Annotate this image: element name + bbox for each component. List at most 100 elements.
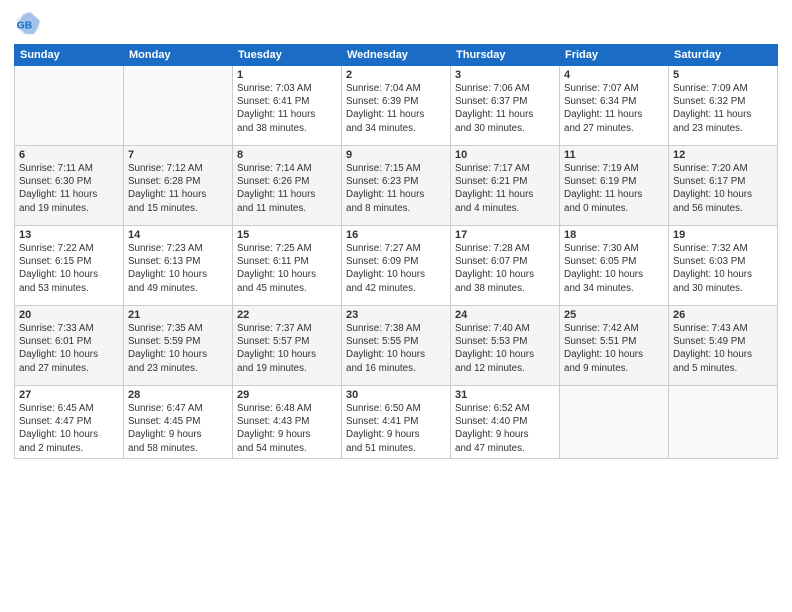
day-number: 16	[346, 229, 446, 241]
day-number: 25	[564, 309, 664, 321]
day-info: Sunrise: 6:45 AM Sunset: 4:47 PM Dayligh…	[19, 402, 119, 455]
day-number: 9	[346, 149, 446, 161]
day-number: 23	[346, 309, 446, 321]
calendar-day-cell: 10Sunrise: 7:17 AM Sunset: 6:21 PM Dayli…	[451, 146, 560, 226]
day-info: Sunrise: 7:30 AM Sunset: 6:05 PM Dayligh…	[564, 242, 664, 295]
day-info: Sunrise: 7:23 AM Sunset: 6:13 PM Dayligh…	[128, 242, 228, 295]
day-number: 15	[237, 229, 337, 241]
calendar-day-cell: 12Sunrise: 7:20 AM Sunset: 6:17 PM Dayli…	[669, 146, 778, 226]
calendar-day-cell: 13Sunrise: 7:22 AM Sunset: 6:15 PM Dayli…	[15, 226, 124, 306]
calendar-day-cell: 29Sunrise: 6:48 AM Sunset: 4:43 PM Dayli…	[233, 386, 342, 459]
day-number: 6	[19, 149, 119, 161]
day-number: 18	[564, 229, 664, 241]
calendar-day-cell: 24Sunrise: 7:40 AM Sunset: 5:53 PM Dayli…	[451, 306, 560, 386]
calendar-day-cell: 18Sunrise: 7:30 AM Sunset: 6:05 PM Dayli…	[560, 226, 669, 306]
calendar-day-cell: 9Sunrise: 7:15 AM Sunset: 6:23 PM Daylig…	[342, 146, 451, 226]
day-info: Sunrise: 7:33 AM Sunset: 6:01 PM Dayligh…	[19, 322, 119, 375]
day-info: Sunrise: 7:09 AM Sunset: 6:32 PM Dayligh…	[673, 82, 773, 135]
calendar-day-cell	[15, 66, 124, 146]
calendar-day-cell: 27Sunrise: 6:45 AM Sunset: 4:47 PM Dayli…	[15, 386, 124, 459]
calendar-day-cell: 25Sunrise: 7:42 AM Sunset: 5:51 PM Dayli…	[560, 306, 669, 386]
day-number: 22	[237, 309, 337, 321]
day-info: Sunrise: 7:35 AM Sunset: 5:59 PM Dayligh…	[128, 322, 228, 375]
day-number: 13	[19, 229, 119, 241]
day-info: Sunrise: 7:28 AM Sunset: 6:07 PM Dayligh…	[455, 242, 555, 295]
day-number: 2	[346, 69, 446, 81]
day-info: Sunrise: 7:04 AM Sunset: 6:39 PM Dayligh…	[346, 82, 446, 135]
calendar-day-cell: 14Sunrise: 7:23 AM Sunset: 6:13 PM Dayli…	[124, 226, 233, 306]
day-number: 4	[564, 69, 664, 81]
day-number: 3	[455, 69, 555, 81]
day-number: 26	[673, 309, 773, 321]
day-info: Sunrise: 7:40 AM Sunset: 5:53 PM Dayligh…	[455, 322, 555, 375]
day-info: Sunrise: 7:37 AM Sunset: 5:57 PM Dayligh…	[237, 322, 337, 375]
day-number: 31	[455, 389, 555, 401]
calendar-day-cell: 5Sunrise: 7:09 AM Sunset: 6:32 PM Daylig…	[669, 66, 778, 146]
calendar-week-row: 27Sunrise: 6:45 AM Sunset: 4:47 PM Dayli…	[15, 386, 778, 459]
calendar-day-cell: 17Sunrise: 7:28 AM Sunset: 6:07 PM Dayli…	[451, 226, 560, 306]
calendar-day-cell: 4Sunrise: 7:07 AM Sunset: 6:34 PM Daylig…	[560, 66, 669, 146]
calendar-day-cell: 8Sunrise: 7:14 AM Sunset: 6:26 PM Daylig…	[233, 146, 342, 226]
day-info: Sunrise: 7:25 AM Sunset: 6:11 PM Dayligh…	[237, 242, 337, 295]
calendar-week-row: 6Sunrise: 7:11 AM Sunset: 6:30 PM Daylig…	[15, 146, 778, 226]
day-number: 1	[237, 69, 337, 81]
calendar-week-row: 13Sunrise: 7:22 AM Sunset: 6:15 PM Dayli…	[15, 226, 778, 306]
calendar-day-cell: 21Sunrise: 7:35 AM Sunset: 5:59 PM Dayli…	[124, 306, 233, 386]
calendar-header-wednesday: Wednesday	[342, 45, 451, 66]
day-number: 20	[19, 309, 119, 321]
day-info: Sunrise: 7:11 AM Sunset: 6:30 PM Dayligh…	[19, 162, 119, 215]
day-number: 8	[237, 149, 337, 161]
calendar-day-cell: 11Sunrise: 7:19 AM Sunset: 6:19 PM Dayli…	[560, 146, 669, 226]
calendar-header-sunday: Sunday	[15, 45, 124, 66]
day-info: Sunrise: 7:17 AM Sunset: 6:21 PM Dayligh…	[455, 162, 555, 215]
day-info: Sunrise: 7:42 AM Sunset: 5:51 PM Dayligh…	[564, 322, 664, 375]
day-number: 12	[673, 149, 773, 161]
day-number: 10	[455, 149, 555, 161]
day-info: Sunrise: 7:38 AM Sunset: 5:55 PM Dayligh…	[346, 322, 446, 375]
day-info: Sunrise: 7:12 AM Sunset: 6:28 PM Dayligh…	[128, 162, 228, 215]
day-info: Sunrise: 7:06 AM Sunset: 6:37 PM Dayligh…	[455, 82, 555, 135]
calendar-day-cell: 6Sunrise: 7:11 AM Sunset: 6:30 PM Daylig…	[15, 146, 124, 226]
calendar-day-cell: 2Sunrise: 7:04 AM Sunset: 6:39 PM Daylig…	[342, 66, 451, 146]
day-number: 21	[128, 309, 228, 321]
calendar-day-cell: 28Sunrise: 6:47 AM Sunset: 4:45 PM Dayli…	[124, 386, 233, 459]
calendar-day-cell	[669, 386, 778, 459]
day-info: Sunrise: 6:47 AM Sunset: 4:45 PM Dayligh…	[128, 402, 228, 455]
calendar-day-cell: 31Sunrise: 6:52 AM Sunset: 4:40 PM Dayli…	[451, 386, 560, 459]
calendar-day-cell: 20Sunrise: 7:33 AM Sunset: 6:01 PM Dayli…	[15, 306, 124, 386]
day-info: Sunrise: 7:14 AM Sunset: 6:26 PM Dayligh…	[237, 162, 337, 215]
day-info: Sunrise: 7:43 AM Sunset: 5:49 PM Dayligh…	[673, 322, 773, 375]
day-info: Sunrise: 7:15 AM Sunset: 6:23 PM Dayligh…	[346, 162, 446, 215]
calendar-table: SundayMondayTuesdayWednesdayThursdayFrid…	[14, 44, 778, 459]
header: GB	[14, 10, 778, 38]
day-info: Sunrise: 6:48 AM Sunset: 4:43 PM Dayligh…	[237, 402, 337, 455]
calendar-day-cell: 26Sunrise: 7:43 AM Sunset: 5:49 PM Dayli…	[669, 306, 778, 386]
day-info: Sunrise: 6:52 AM Sunset: 4:40 PM Dayligh…	[455, 402, 555, 455]
calendar-week-row: 20Sunrise: 7:33 AM Sunset: 6:01 PM Dayli…	[15, 306, 778, 386]
day-number: 17	[455, 229, 555, 241]
calendar-day-cell: 1Sunrise: 7:03 AM Sunset: 6:41 PM Daylig…	[233, 66, 342, 146]
calendar-day-cell	[560, 386, 669, 459]
calendar-day-cell: 22Sunrise: 7:37 AM Sunset: 5:57 PM Dayli…	[233, 306, 342, 386]
calendar-week-row: 1Sunrise: 7:03 AM Sunset: 6:41 PM Daylig…	[15, 66, 778, 146]
svg-text:GB: GB	[17, 21, 32, 32]
day-number: 7	[128, 149, 228, 161]
calendar-header-monday: Monday	[124, 45, 233, 66]
calendar-header-tuesday: Tuesday	[233, 45, 342, 66]
calendar-day-cell: 7Sunrise: 7:12 AM Sunset: 6:28 PM Daylig…	[124, 146, 233, 226]
day-number: 14	[128, 229, 228, 241]
calendar-day-cell: 3Sunrise: 7:06 AM Sunset: 6:37 PM Daylig…	[451, 66, 560, 146]
day-number: 29	[237, 389, 337, 401]
day-number: 28	[128, 389, 228, 401]
day-info: Sunrise: 7:20 AM Sunset: 6:17 PM Dayligh…	[673, 162, 773, 215]
calendar-header-thursday: Thursday	[451, 45, 560, 66]
day-info: Sunrise: 7:22 AM Sunset: 6:15 PM Dayligh…	[19, 242, 119, 295]
day-info: Sunrise: 7:03 AM Sunset: 6:41 PM Dayligh…	[237, 82, 337, 135]
day-info: Sunrise: 7:27 AM Sunset: 6:09 PM Dayligh…	[346, 242, 446, 295]
calendar-header-friday: Friday	[560, 45, 669, 66]
day-info: Sunrise: 7:19 AM Sunset: 6:19 PM Dayligh…	[564, 162, 664, 215]
logo: GB	[14, 10, 44, 38]
logo-icon: GB	[14, 10, 42, 38]
page-container: GB SundayMondayTuesdayWednesdayThursdayF…	[0, 0, 792, 465]
day-number: 24	[455, 309, 555, 321]
